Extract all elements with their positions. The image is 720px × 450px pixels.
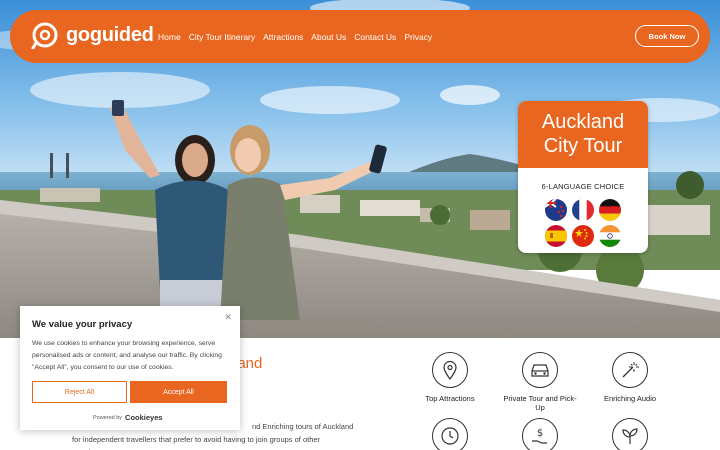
- cookie-consent-banner: We value your privacy ✕ We use cookies t…: [20, 306, 240, 430]
- feature-label: Enriching Audio: [603, 394, 657, 403]
- nav-privacy-link[interactable]: Privacy: [404, 32, 432, 42]
- cookie-description: We use cookies to enhance your browsing …: [32, 340, 222, 371]
- france-flag-icon: [572, 199, 594, 221]
- powered-by-text: Powered by: [93, 414, 123, 421]
- cookieyes-logo: Cookieyes: [125, 413, 163, 422]
- nav-contact-us-link[interactable]: Contact Us: [354, 32, 396, 42]
- sparkle-icon: [612, 352, 648, 388]
- auckland-tour-card: Auckland City Tour 6-LANGUAGE CHOICE: [518, 101, 648, 253]
- germany-flag-icon: [599, 199, 621, 221]
- book-now-button[interactable]: Book Now: [635, 25, 699, 47]
- feature-label: Private Tour and Pick-Up: [503, 394, 577, 412]
- brand-logo[interactable]: goguided: [31, 21, 154, 49]
- nav-city-tour-itinerary-link[interactable]: City Tour Itinerary: [189, 32, 255, 42]
- cookie-title: We value your privacy: [32, 319, 133, 330]
- spain-flag-icon: [545, 225, 567, 247]
- close-icon[interactable]: ✕: [224, 312, 232, 323]
- feature-eco: [590, 418, 670, 450]
- nav-home-link[interactable]: Home: [158, 32, 181, 42]
- tour-card-title: Auckland City Tour: [518, 101, 648, 168]
- clock-icon: [432, 418, 468, 450]
- feature-pricing: $: [500, 418, 580, 450]
- nav-about-us-link[interactable]: About Us: [311, 32, 346, 42]
- goguided-logo-icon: [31, 22, 58, 49]
- powered-by-cookieyes[interactable]: Powered by Cookieyes: [93, 413, 163, 422]
- map-pin-icon: [432, 352, 468, 388]
- tour-title-line2: City Tour: [543, 135, 623, 157]
- leaf-icon: [612, 418, 648, 450]
- main-menu: Home City Tour Itinerary Attractions Abo…: [158, 10, 440, 63]
- feature-private-tour: Private Tour and Pick-Up: [500, 352, 580, 412]
- accept-all-button[interactable]: Accept All: [130, 381, 227, 403]
- feature-label: Top Attractions: [425, 394, 475, 403]
- reject-all-button[interactable]: Reject All: [32, 381, 127, 403]
- nav-attractions-link[interactable]: Attractions: [263, 32, 303, 42]
- money-hand-icon: $: [522, 418, 558, 450]
- india-flag-icon: [599, 225, 621, 247]
- brand-name: goguided: [66, 23, 154, 46]
- svg-text:$: $: [537, 428, 543, 439]
- hero-image: goguided Home City Tour Itinerary Attrac…: [0, 0, 720, 338]
- language-choice-heading: 6-LANGUAGE CHOICE: [541, 182, 625, 191]
- intro-line-3: people: [72, 446, 362, 450]
- page: goguided Home City Tour Itinerary Attrac…: [0, 0, 720, 450]
- new-zealand-flag-icon: [545, 199, 567, 221]
- feature-top-attractions: Top Attractions: [410, 352, 490, 403]
- tour-title-line1: Auckland: [541, 111, 625, 133]
- china-flag-icon: [572, 225, 594, 247]
- feature-enriching-audio: Enriching Audio: [590, 352, 670, 403]
- intro-line-2: for independent travellers that prefer t…: [72, 435, 321, 444]
- top-navigation-bar: goguided Home City Tour Itinerary Attrac…: [10, 10, 710, 63]
- car-icon: [522, 352, 558, 388]
- language-flags: [518, 199, 648, 247]
- feature-timing: [410, 418, 490, 450]
